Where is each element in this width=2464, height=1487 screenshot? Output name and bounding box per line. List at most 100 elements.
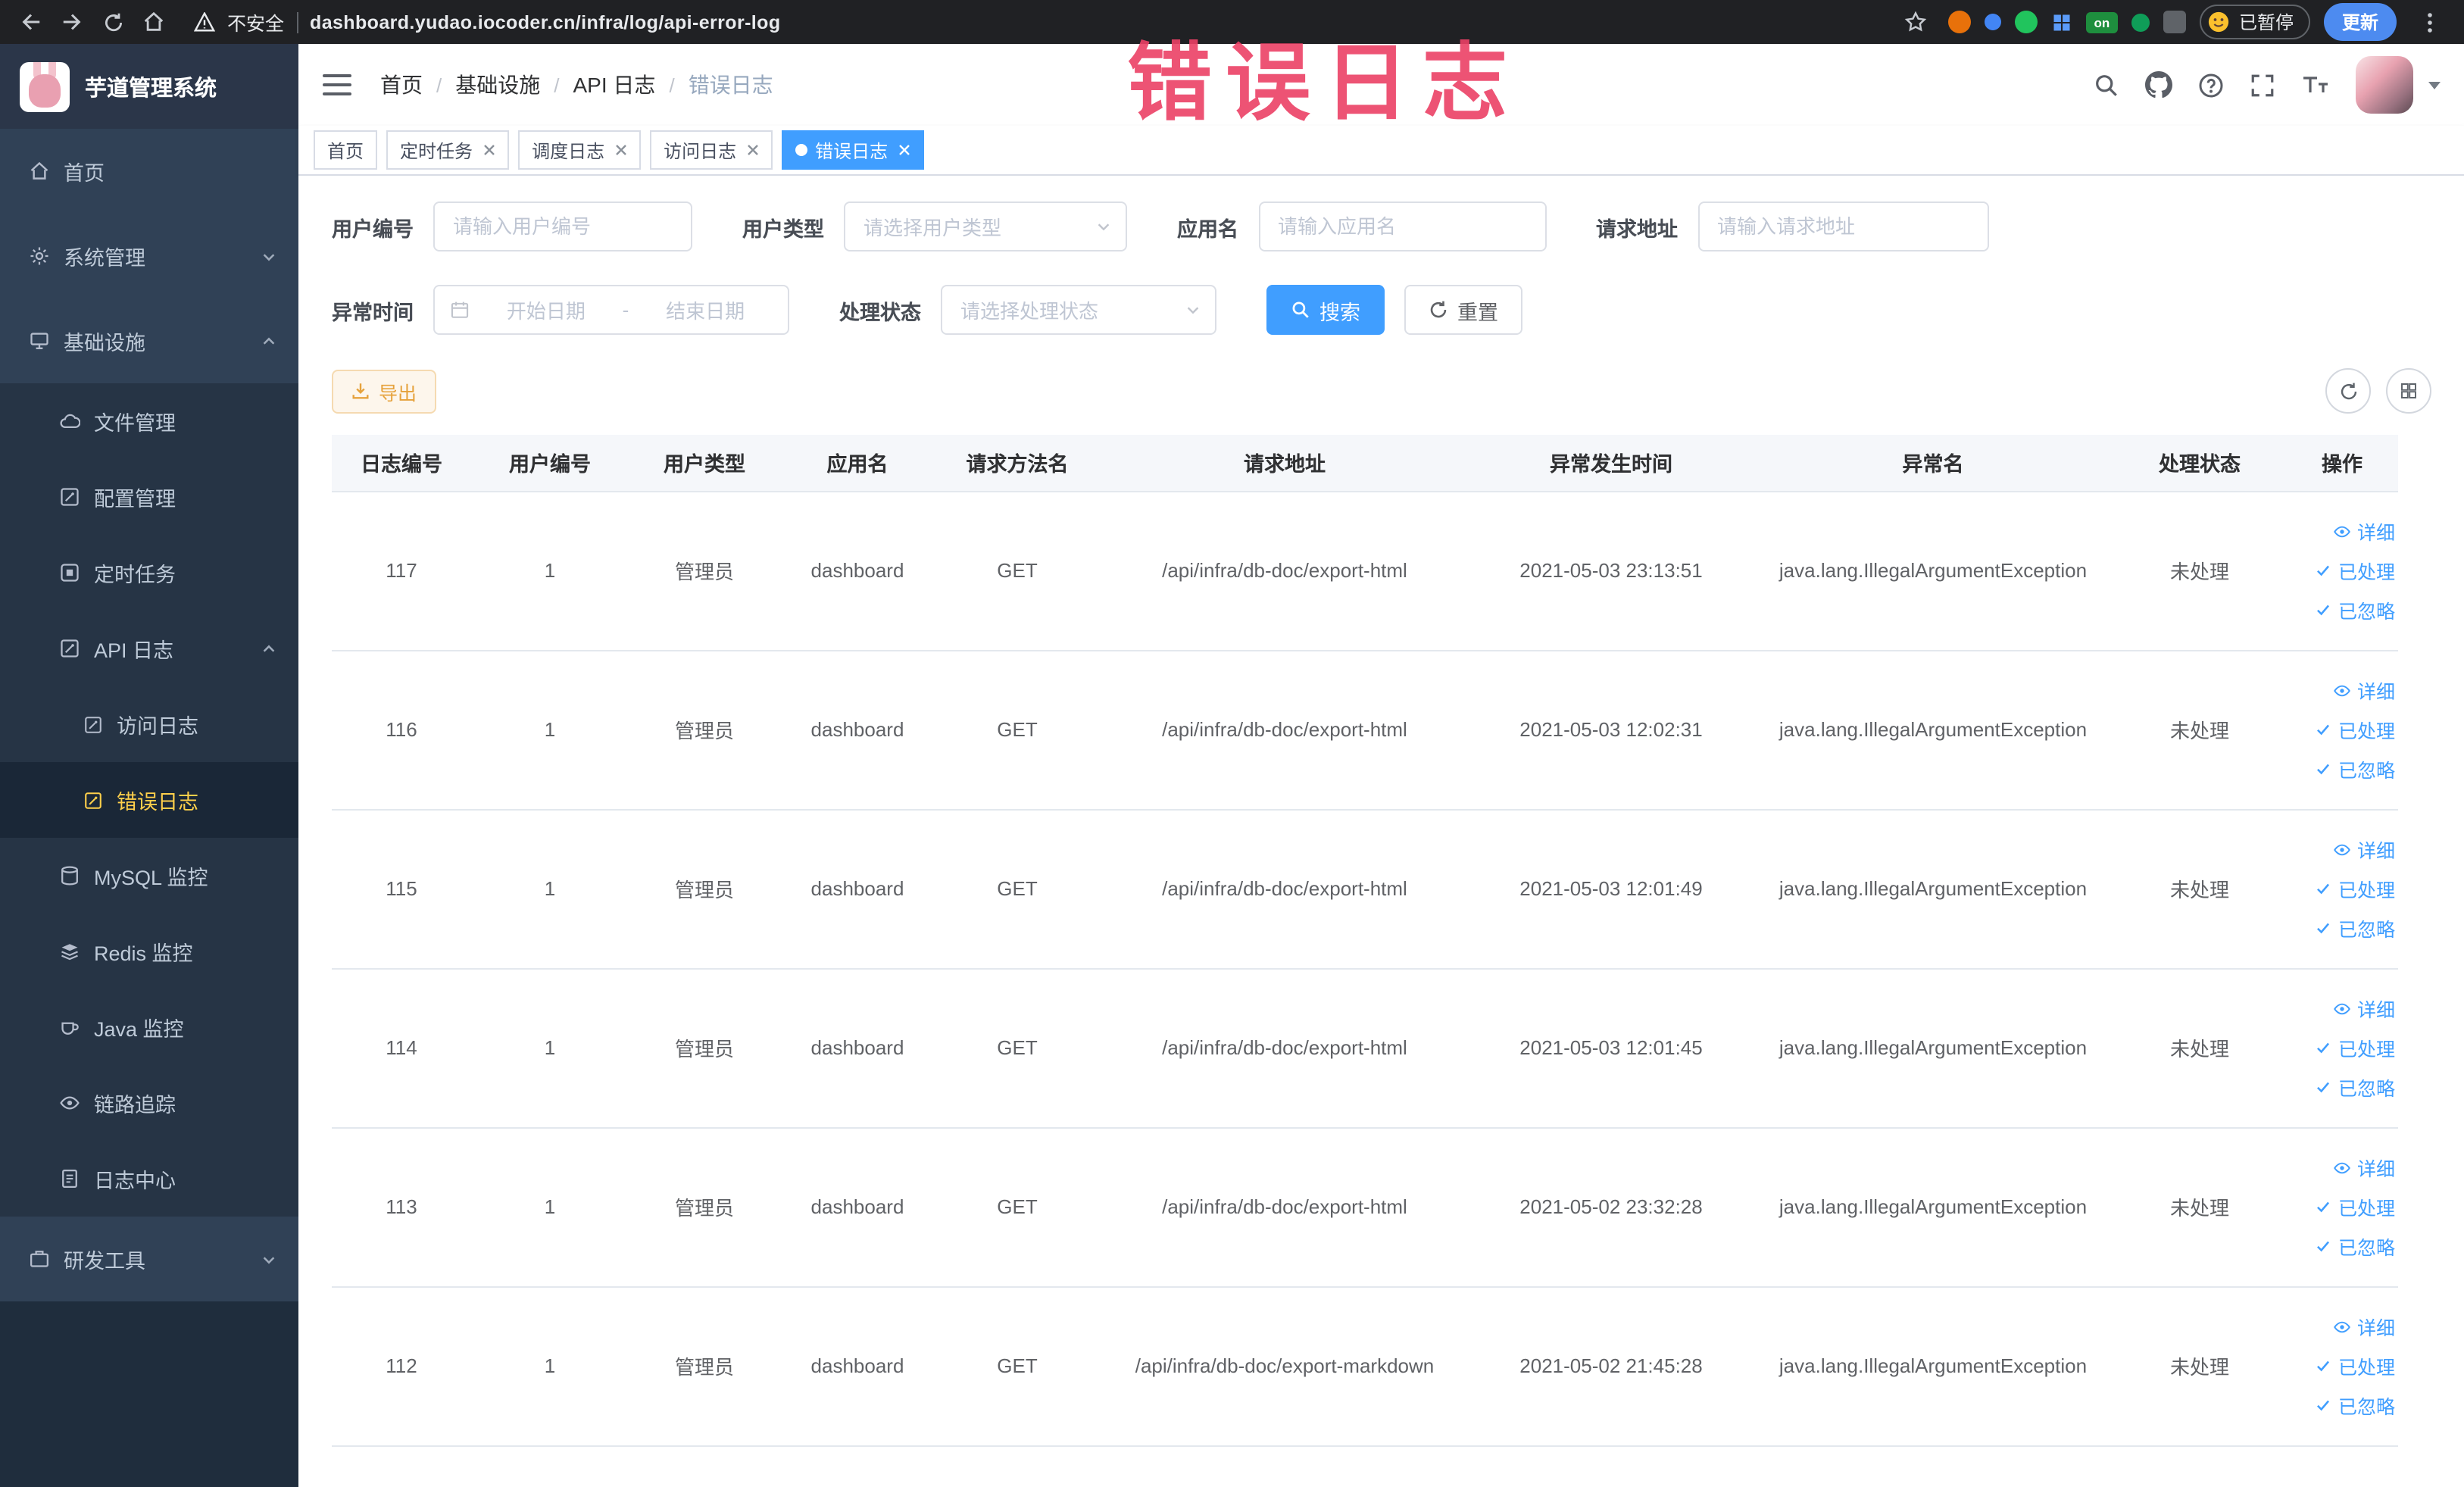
- close-icon[interactable]: [615, 144, 627, 156]
- url-text[interactable]: dashboard.yudao.iocoder.cn/infra/log/api…: [310, 11, 780, 33]
- extension-on-badge[interactable]: on: [2085, 11, 2118, 33]
- cell-log-id: 113: [332, 1127, 471, 1287]
- mark-ignored-link[interactable]: 已忽略: [2292, 1226, 2395, 1266]
- reset-button[interactable]: 重置: [1404, 285, 1522, 335]
- sidebar-item-label: 错误日志: [117, 791, 198, 814]
- detail-link[interactable]: 详细: [2292, 511, 2395, 551]
- bookmark-star-icon[interactable]: [1897, 3, 1935, 41]
- extension-grid-icon[interactable]: [2051, 11, 2072, 33]
- kebab-menu-icon[interactable]: [2410, 3, 2448, 41]
- sidebar-item-file-management[interactable]: 文件管理: [0, 383, 298, 459]
- breadcrumb-api-log[interactable]: API 日志: [573, 70, 656, 100]
- tab-paused-pill[interactable]: 已暂停: [2199, 5, 2310, 39]
- app-name-input[interactable]: [1258, 201, 1546, 251]
- detail-link[interactable]: 详细: [2292, 670, 2395, 710]
- help-icon[interactable]: [2198, 72, 2224, 98]
- breadcrumb-infrastructure[interactable]: 基础设施: [455, 70, 540, 100]
- sidebar-item-system[interactable]: 系统管理: [0, 214, 298, 298]
- cell-exception-name: java.lang.IllegalArgumentException: [1753, 1127, 2113, 1287]
- mark-ignored-link[interactable]: 已忽略: [2292, 1067, 2395, 1107]
- mark-ignored-link[interactable]: 已忽略: [2292, 590, 2395, 629]
- app-logo-row[interactable]: 芋道管理系统: [0, 44, 298, 129]
- check-icon: [2318, 565, 2330, 576]
- mark-processed-link[interactable]: 已处理: [2292, 551, 2395, 590]
- column-settings-button[interactable]: [2386, 368, 2431, 414]
- mark-processed-link[interactable]: 已处理: [2292, 1028, 2395, 1067]
- search-icon[interactable]: [2094, 72, 2119, 98]
- sidebar-item-dev-tools[interactable]: 研发工具: [0, 1217, 298, 1301]
- sidebar-item-redis-monitor[interactable]: Redis 监控: [0, 914, 298, 989]
- mark-ignored-link[interactable]: 已忽略: [2292, 1385, 2395, 1425]
- extension-icon[interactable]: [2014, 11, 2038, 33]
- cell-status: 未处理: [2113, 968, 2286, 1128]
- mark-processed-link[interactable]: 已处理: [2292, 869, 2395, 908]
- user-type-select[interactable]: 请选择用户类型: [844, 201, 1127, 251]
- detail-link[interactable]: 详细: [2292, 829, 2395, 869]
- close-icon[interactable]: [747, 144, 759, 156]
- search-button[interactable]: 搜索: [1266, 285, 1385, 335]
- breadcrumb-home[interactable]: 首页: [380, 70, 423, 100]
- mark-processed-link[interactable]: 已处理: [2292, 710, 2395, 749]
- hamburger-icon[interactable]: [323, 74, 351, 95]
- cell-user-id: 1: [471, 809, 629, 969]
- avatar-caret-icon[interactable]: [2428, 81, 2441, 89]
- security-label[interactable]: 不安全: [227, 8, 284, 36]
- cell-exception-time: 2021-05-03 12:01:45: [1469, 968, 1753, 1128]
- export-button[interactable]: 导出: [332, 369, 437, 413]
- fullscreen-icon[interactable]: [2250, 72, 2275, 98]
- sidebar-item-access-log[interactable]: 访问日志: [0, 686, 298, 762]
- user-id-input[interactable]: [433, 201, 692, 251]
- close-icon[interactable]: [483, 144, 495, 156]
- sidebar-item-api-log[interactable]: API 日志: [0, 611, 298, 686]
- sidebar-item-scheduled-tasks[interactable]: 定时任务: [0, 535, 298, 611]
- tab-access-log[interactable]: 访问日志: [650, 130, 773, 170]
- tab-scheduled-tasks[interactable]: 定时任务: [386, 130, 510, 170]
- process-status-select[interactable]: 请选择处理状态: [941, 285, 1216, 335]
- cell-actions: 详细 已处理 已忽略: [2286, 491, 2398, 651]
- mark-ignored-link[interactable]: 已忽略: [2292, 749, 2395, 789]
- extensions-puzzle-icon[interactable]: [2163, 11, 2186, 33]
- sidebar-item-java-monitor[interactable]: Java 监控: [0, 989, 298, 1065]
- sidebar-item-error-log[interactable]: 错误日志: [0, 762, 298, 838]
- check-icon: [2318, 1241, 2330, 1252]
- detail-link[interactable]: 详细: [2292, 1307, 2395, 1346]
- close-icon[interactable]: [898, 144, 910, 156]
- mark-processed-link[interactable]: 已处理: [2292, 1187, 2395, 1226]
- extension-icon[interactable]: [1947, 11, 1971, 33]
- date-range-picker[interactable]: 开始日期 - 结束日期: [433, 285, 789, 335]
- browser-chrome: 不安全 dashboard.yudao.iocoder.cn/infra/log…: [0, 0, 2464, 44]
- tab-error-log[interactable]: 错误日志: [782, 130, 925, 170]
- sidebar-item-label: Java 监控: [94, 1018, 184, 1041]
- cell-actions: 详细 已处理 已忽略: [2286, 968, 2398, 1128]
- user-avatar[interactable]: [2356, 56, 2413, 114]
- refresh-button[interactable]: [2325, 368, 2371, 414]
- sidebar-menu: 首页 系统管理 基础设施 文件管理 配置管理 定时任务 API 日志 访问日志 …: [0, 129, 298, 1301]
- github-icon[interactable]: [2145, 71, 2172, 98]
- tab-schedule-log[interactable]: 调度日志: [518, 130, 642, 170]
- font-size-icon[interactable]: [2301, 73, 2330, 97]
- sidebar-item-home[interactable]: 首页: [0, 129, 298, 214]
- database-icon: [59, 865, 80, 886]
- mark-processed-link[interactable]: 已处理: [2292, 1346, 2395, 1385]
- request-url-input[interactable]: [1697, 201, 1988, 251]
- log-icon: [59, 638, 80, 659]
- detail-link[interactable]: 详细: [2292, 989, 2395, 1028]
- extension-icon[interactable]: [2131, 13, 2150, 31]
- sidebar-item-config-management[interactable]: 配置管理: [0, 459, 298, 535]
- browser-update-button[interactable]: 更新: [2323, 3, 2397, 41]
- tab-home[interactable]: 首页: [314, 130, 378, 170]
- forward-icon[interactable]: [53, 3, 91, 41]
- cell-status: 未处理: [2113, 491, 2286, 651]
- sidebar-item-infrastructure[interactable]: 基础设施: [0, 298, 298, 383]
- home-icon[interactable]: [135, 3, 173, 41]
- home-icon: [29, 161, 50, 182]
- sidebar-item-log-center[interactable]: 日志中心: [0, 1141, 298, 1217]
- sidebar-item-mysql-monitor[interactable]: MySQL 监控: [0, 838, 298, 914]
- reload-icon[interactable]: [94, 3, 132, 41]
- sidebar-item-trace[interactable]: 链路追踪: [0, 1065, 298, 1141]
- mark-ignored-link[interactable]: 已忽略: [2292, 908, 2395, 948]
- back-icon[interactable]: [12, 3, 50, 41]
- address-bar[interactable]: 不安全 dashboard.yudao.iocoder.cn/infra/log…: [176, 8, 1894, 36]
- extension-icon[interactable]: [1984, 14, 2001, 30]
- detail-link[interactable]: 详细: [2292, 1148, 2395, 1187]
